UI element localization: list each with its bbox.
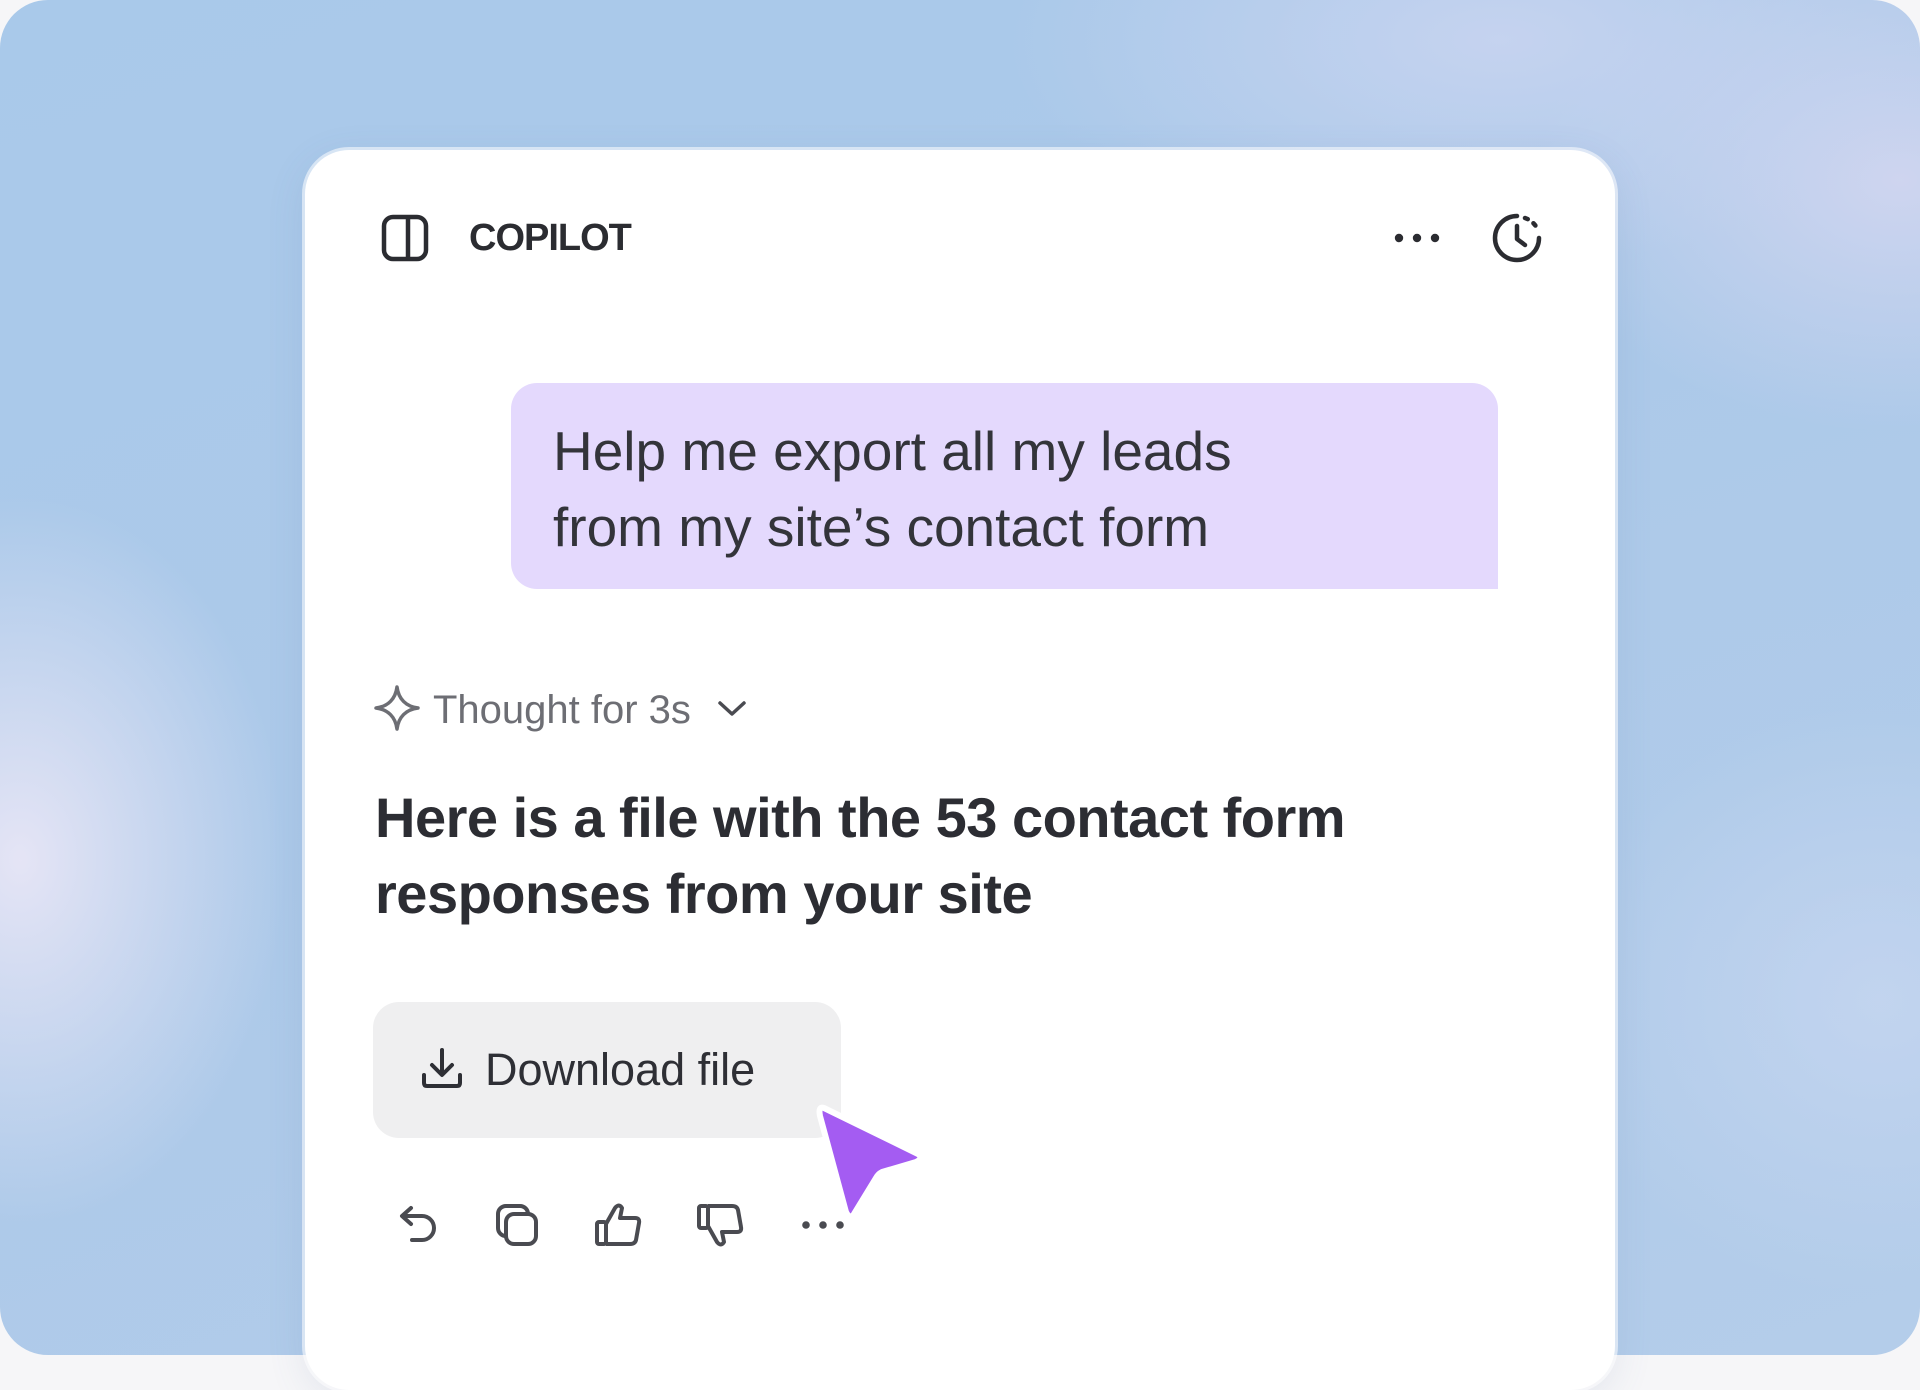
chevron-down-icon[interactable] [715,696,749,724]
download-file-button[interactable]: Download file [373,1002,841,1138]
thought-toggle[interactable]: Thought for 3s [373,680,749,740]
sparkle-icon [373,684,421,736]
download-icon [419,1045,465,1095]
copilot-panel: COPILOT Help me export all my leads from… [305,150,1615,1390]
download-button-label: Download file [485,1044,756,1095]
copy-icon[interactable] [487,1195,547,1255]
thumbs-down-icon[interactable] [691,1195,751,1255]
assistant-message: Here is a file with the 53 contact form … [375,786,1346,925]
more-icon[interactable] [1387,212,1447,264]
user-message: Help me export all my leads from my site… [511,383,1498,589]
panel-toggle-icon[interactable] [377,210,433,266]
history-icon[interactable] [1487,208,1547,268]
thumbs-up-icon[interactable] [589,1195,649,1255]
cursor-arrow-icon [816,1104,924,1220]
undo-icon[interactable] [385,1195,445,1255]
thought-label: Thought for 3s [433,687,691,732]
panel-title: COPILOT [469,217,632,259]
